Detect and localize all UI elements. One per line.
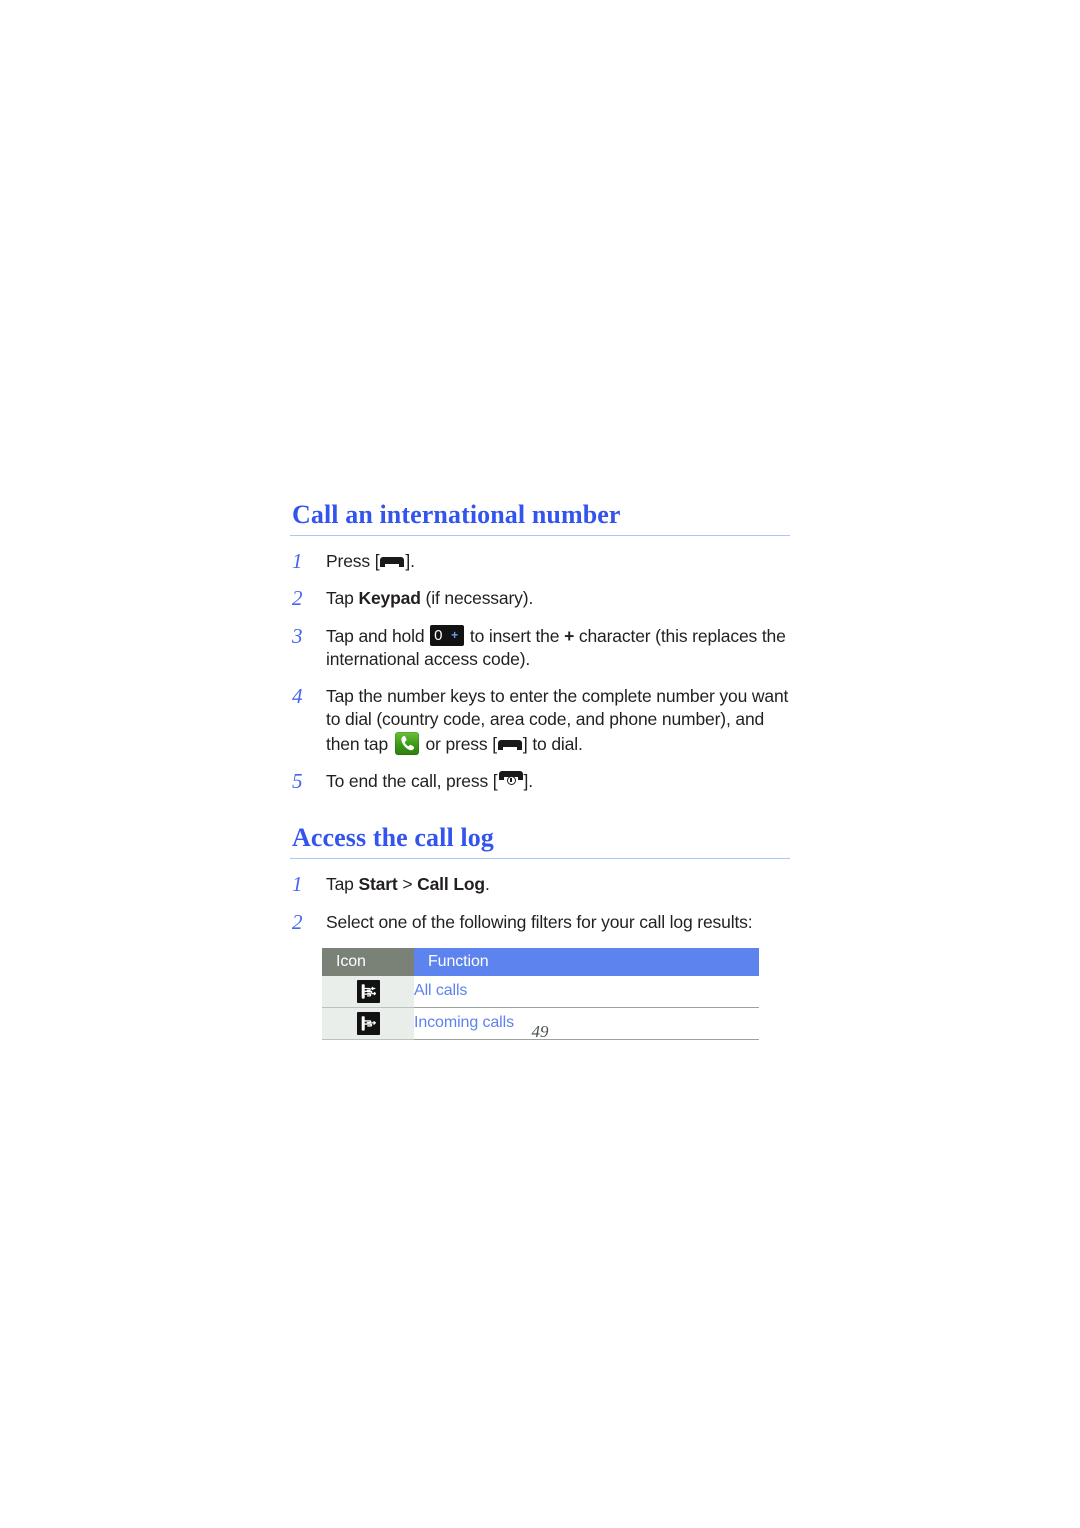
step-text: Tap and hold xyxy=(326,625,430,646)
step-item: 3 Tap and hold 0 + to insert the + charact… xyxy=(290,623,790,672)
step-text-separator: > xyxy=(397,874,418,895)
step-item: 4 Tap the number keys to enter the comple… xyxy=(290,684,790,756)
step-text: Press [ xyxy=(326,551,380,572)
send-key-icon xyxy=(379,553,405,569)
step-item: 5 To end the call, press []. xyxy=(290,768,790,793)
section-call-international-number: Call an international number 1 Press []. … xyxy=(290,500,790,793)
function-cell: All calls xyxy=(414,975,759,1008)
step-item: 2 Select one of the following filters for… xyxy=(290,909,790,934)
step-number: 4 xyxy=(292,684,303,709)
step-text-mid: to insert the xyxy=(465,625,565,646)
step-text: To end the call, press [ xyxy=(326,770,498,791)
step-text-tail: . xyxy=(484,874,490,895)
step-item: 1 Tap Start > Call Log. xyxy=(290,872,790,897)
section-title-call-log: Access the call log xyxy=(292,823,494,853)
table-row: All calls xyxy=(322,975,759,1008)
step-text: Tap xyxy=(326,588,359,609)
step-number: 2 xyxy=(292,586,303,611)
step-text: Tap xyxy=(326,874,359,895)
step-text-mid: or press [ xyxy=(420,733,497,754)
section-access-call-log: Access the call log 1 Tap Start > Call Lo… xyxy=(290,823,790,1040)
page-content: Call an international number 1 Press []. … xyxy=(290,500,790,1040)
icon-cell xyxy=(322,975,414,1008)
manual-page: Call an international number 1 Press []. … xyxy=(0,0,1080,1528)
step-item: 2 Tap Keypad (if necessary). xyxy=(290,586,790,611)
step-number: 1 xyxy=(292,872,303,897)
step-item: 1 Press []. xyxy=(290,549,790,574)
steps-list-international: 1 Press []. 2 Tap Keypad (if necessary). 3… xyxy=(290,549,790,793)
column-header-function: Function xyxy=(414,947,759,976)
heading-divider xyxy=(290,535,790,537)
step-text-tail: (if necessary). xyxy=(420,588,534,609)
zero-plus-key-icon: 0 + xyxy=(430,624,465,646)
step-number: 5 xyxy=(292,768,303,793)
step-bold-term-call-log: Call Log xyxy=(417,874,485,895)
column-header-icon: Icon xyxy=(322,947,414,976)
page-title: Call an international number xyxy=(292,500,621,529)
table-header-row: Icon Function xyxy=(322,947,759,976)
plus-key-label: + xyxy=(451,627,458,642)
step-text: Select one of the following filters for … xyxy=(326,911,753,932)
step-number: 1 xyxy=(292,549,303,574)
end-key-icon xyxy=(498,770,524,789)
zero-key-label: 0 xyxy=(434,626,443,644)
steps-list-call-log: 1 Tap Start > Call Log. 2 Select one of th… xyxy=(290,872,790,934)
plus-character: + xyxy=(564,625,575,646)
page-number: 49 xyxy=(531,1022,549,1041)
step-text-tail: ] to dial. xyxy=(522,733,583,754)
send-key-icon xyxy=(497,736,523,752)
step-bold-term-start: Start xyxy=(358,874,398,895)
heading-divider xyxy=(290,858,790,860)
step-number: 2 xyxy=(292,909,303,934)
step-text-tail: . xyxy=(528,770,533,791)
step-bold-term: Keypad xyxy=(358,588,421,609)
step-number: 3 xyxy=(292,623,303,648)
table-header: Icon Function xyxy=(322,947,759,976)
step-text-tail: ]. xyxy=(405,551,415,572)
green-call-key-icon xyxy=(394,731,419,755)
all-calls-icon xyxy=(356,979,380,1003)
